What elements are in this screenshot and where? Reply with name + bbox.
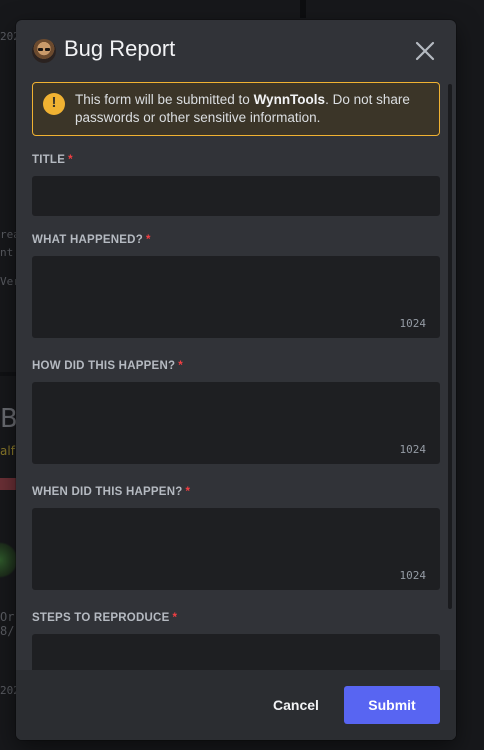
what-happened-textarea[interactable]: 1024 xyxy=(32,256,440,338)
what-happened-label: WHAT HAPPENED? * xyxy=(32,234,151,246)
notice-app-name: WynnTools xyxy=(253,92,326,107)
warning-notice: ! This form will be submitted to WynnToo… xyxy=(32,82,440,136)
field-label-text: HOW DID THIS HAPPEN? xyxy=(32,360,176,372)
required-mark: * xyxy=(68,154,73,166)
background-text: Or xyxy=(0,610,15,624)
background-text: Ver xyxy=(0,275,16,288)
modal-header: Bug Report xyxy=(16,20,456,82)
scrollbar[interactable] xyxy=(448,84,452,609)
when-did-this-happen-textarea[interactable]: 1024 xyxy=(32,508,440,590)
required-mark: * xyxy=(185,486,191,498)
modal-body[interactable]: ! This form will be submitted to WynnToo… xyxy=(16,82,456,670)
field-label-text: TITLE xyxy=(32,154,66,166)
background-text: 8/ xyxy=(0,624,15,638)
background-text: 202 xyxy=(0,30,16,43)
character-counter: 1024 xyxy=(399,569,427,582)
steps-to-reproduce-label: STEPS TO REPRODUCE * xyxy=(32,612,177,624)
background-text: B xyxy=(0,404,16,434)
field-label-text: STEPS TO REPRODUCE xyxy=(32,612,170,624)
required-mark: * xyxy=(145,234,151,246)
background-divider xyxy=(300,0,306,18)
avatar-eye xyxy=(38,48,43,51)
title-field-label: TITLE * xyxy=(32,154,73,166)
background-divider xyxy=(0,372,16,376)
modal-footer: Cancel Submit xyxy=(16,670,456,740)
background-badge xyxy=(0,478,16,490)
background-text: 202 xyxy=(0,684,16,697)
required-mark: * xyxy=(172,612,178,624)
when-did-this-happen-label: WHEN DID THIS HAPPEN? * xyxy=(32,486,190,498)
warning-icon: ! xyxy=(43,93,65,115)
submit-button[interactable]: Submit xyxy=(344,686,440,724)
field-label-text: WHAT HAPPENED? xyxy=(32,234,143,246)
bot-avatar xyxy=(32,39,56,63)
required-mark: * xyxy=(178,360,183,372)
background-image xyxy=(0,530,16,590)
background-text: nt xyxy=(0,246,14,259)
close-icon[interactable] xyxy=(414,40,436,62)
notice-text: This form will be submitted to WynnTools… xyxy=(75,91,431,127)
modal-title: Bug Report xyxy=(64,36,176,61)
how-did-this-happen-label: HOW DID THIS HAPPEN? * xyxy=(32,360,183,372)
notice-text-start: This form will be submitted to xyxy=(75,92,254,107)
how-did-this-happen-textarea[interactable]: 1024 xyxy=(32,382,440,464)
title-input[interactable] xyxy=(32,176,440,216)
character-counter: 1024 xyxy=(399,443,427,456)
character-counter: 1024 xyxy=(399,317,427,330)
background-text: alf xyxy=(0,444,15,458)
avatar-eye xyxy=(45,48,50,51)
field-label-text: WHEN DID THIS HAPPEN? xyxy=(32,486,183,498)
steps-to-reproduce-textarea[interactable] xyxy=(32,634,440,670)
bug-report-modal: Bug Report ! This form will be submitted… xyxy=(16,20,456,740)
background-text: rea xyxy=(0,228,16,241)
cancel-button[interactable]: Cancel xyxy=(266,688,326,722)
